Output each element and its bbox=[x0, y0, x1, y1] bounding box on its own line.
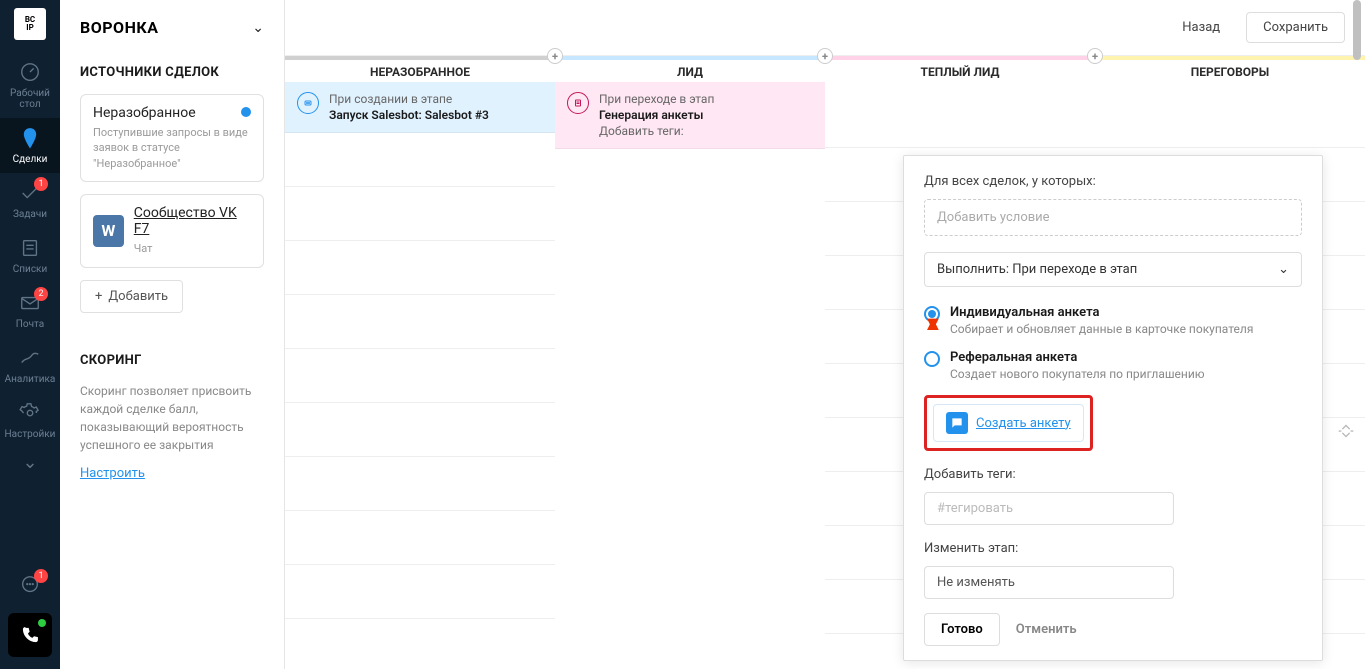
add-condition-box[interactable]: Добавить условие bbox=[924, 199, 1302, 236]
nav-dashboard[interactable]: Рабочий стол bbox=[0, 52, 60, 118]
main-area: Назад Сохранить НЕРАЗОБРАННОЕ +ЛИД +ТЕПЛ… bbox=[285, 0, 1365, 669]
nav-label: Рабочий стол bbox=[0, 88, 60, 110]
nav-label: Задачи bbox=[13, 209, 47, 220]
done-button[interactable]: Готово bbox=[924, 613, 1000, 646]
change-stage-input[interactable] bbox=[924, 566, 1174, 599]
nav-tasks[interactable]: 1 Задачи bbox=[0, 173, 60, 228]
deals-icon bbox=[18, 126, 42, 150]
radio-title: Реферальная анкета bbox=[950, 350, 1205, 365]
trigger-salesbot[interactable]: При создании в этапе Запуск Salesbot: Sa… bbox=[285, 82, 555, 133]
sidebar: ВОРОНКА ⌄ ИСТОЧНИКИ СДЕЛОК Неразобранное… bbox=[60, 0, 285, 669]
change-stage-label: Изменить этап: bbox=[924, 541, 1302, 556]
add-stage-icon[interactable]: + bbox=[1087, 48, 1103, 64]
trigger-config-panel: Для всех сделок, у которых: Добавить усл… bbox=[903, 155, 1323, 661]
select-value: Выполнить: При переходе в этап bbox=[937, 262, 1137, 277]
nav-label: Почта bbox=[16, 319, 44, 330]
add-label: Добавить bbox=[108, 289, 168, 304]
tags-input[interactable] bbox=[924, 492, 1174, 525]
message-icon bbox=[946, 412, 968, 434]
save-button[interactable]: Сохранить bbox=[1246, 12, 1345, 43]
add-stage-icon[interactable]: + bbox=[817, 48, 833, 64]
lists-icon bbox=[18, 236, 42, 260]
badge: 1 bbox=[34, 177, 48, 191]
add-stage-icon[interactable]: + bbox=[547, 48, 563, 64]
status-dot bbox=[241, 107, 251, 117]
badge: 2 bbox=[34, 287, 48, 301]
trigger-sub: Добавить теги: bbox=[599, 124, 714, 138]
scoring-desc: Скоринг позволяет присвоить каждой сделк… bbox=[80, 382, 264, 454]
stage-label: ТЕПЛЫЙ ЛИД bbox=[921, 65, 1000, 79]
create-questionnaire-button[interactable]: Создать анкету bbox=[933, 404, 1084, 442]
nav-label: Сделки bbox=[13, 154, 48, 165]
badge: 1 bbox=[34, 569, 48, 583]
source-name: Неразобранное bbox=[93, 105, 251, 121]
back-button[interactable]: Назад bbox=[1166, 13, 1236, 42]
nav-lists[interactable]: Списки bbox=[0, 228, 60, 283]
chevron-down-icon: ⌄ bbox=[1278, 262, 1289, 277]
chevron-down-icon[interactable]: ⌄ bbox=[252, 20, 264, 36]
source-desc: Поступившие запросы в виде заявок в стат… bbox=[93, 125, 251, 171]
stages-header: НЕРАЗОБРАННОЕ +ЛИД +ТЕПЛЫЙ ЛИД +ПЕРЕГОВО… bbox=[285, 56, 1365, 82]
source-sub: Чат bbox=[134, 241, 251, 256]
nav-mail[interactable]: 2 Почта bbox=[0, 283, 60, 338]
nav-label: Настройки bbox=[5, 429, 56, 440]
execute-when-select[interactable]: Выполнить: При переходе в этап ⌄ bbox=[924, 252, 1302, 287]
nav-deals[interactable]: Сделки bbox=[0, 118, 60, 173]
dashboard-icon bbox=[18, 60, 42, 84]
add-source-button[interactable]: + Добавить bbox=[80, 280, 183, 313]
rail-more[interactable]: ⌄ bbox=[22, 448, 37, 477]
stage-negotiations[interactable]: +ПЕРЕГОВОРЫ bbox=[1095, 56, 1365, 82]
nav-label: Аналитика bbox=[5, 374, 56, 385]
sources-heading: ИСТОЧНИКИ СДЕЛОК bbox=[80, 65, 264, 80]
trigger-title: Генерация анкеты bbox=[599, 108, 714, 122]
stage-label: НЕРАЗОБРАННОЕ bbox=[370, 65, 470, 79]
stage-label: ЛИД bbox=[677, 65, 703, 79]
nav-label: Списки bbox=[13, 264, 47, 275]
phone-button[interactable] bbox=[8, 613, 52, 657]
column-0: При создании в этапе Запуск Salesbot: Sa… bbox=[285, 82, 555, 669]
status-dot bbox=[38, 619, 46, 627]
trigger-when: При переходе в этап bbox=[599, 92, 714, 106]
column-1: При переходе в этап Генерация анкеты Доб… bbox=[555, 82, 825, 669]
source-vk[interactable]: W Сообщество VK F7 Чат bbox=[80, 194, 264, 267]
radio-desc: Собирает и обновляет данные в карточке п… bbox=[950, 322, 1253, 336]
stage-unresolved[interactable]: НЕРАЗОБРАННОЕ bbox=[285, 56, 555, 82]
pipeline-title: ВОРОНКА bbox=[80, 18, 158, 37]
stage-label: ПЕРЕГОВОРЫ bbox=[1191, 65, 1269, 79]
cancel-button[interactable]: Отменить bbox=[1016, 622, 1077, 637]
scrollbar-thumb[interactable] bbox=[1353, 0, 1361, 60]
analytics-icon bbox=[18, 346, 42, 370]
plus-icon: + bbox=[95, 289, 102, 304]
source-unresolved[interactable]: Неразобранное Поступившие запросы в виде… bbox=[80, 94, 264, 182]
logo-line2: IP bbox=[26, 24, 34, 32]
app-logo[interactable]: BC IP bbox=[14, 8, 46, 40]
form-icon bbox=[567, 92, 589, 114]
radio-icon bbox=[924, 351, 940, 367]
vk-icon: W bbox=[93, 215, 124, 247]
nav-rail: BC IP Рабочий стол Сделки 1 Задачи Списк… bbox=[0, 0, 60, 669]
vertical-scrollbar[interactable] bbox=[1353, 0, 1363, 669]
trigger-when: При создании в этапе bbox=[329, 92, 489, 106]
trigger-title: Запуск Salesbot: Salesbot #3 bbox=[329, 108, 489, 122]
scoring-configure-link[interactable]: Настроить bbox=[80, 466, 145, 481]
source-name: Сообщество VK F7 bbox=[134, 205, 251, 237]
nav-chat[interactable]: 1 bbox=[0, 565, 60, 605]
nav-analytics[interactable]: Аналитика bbox=[0, 338, 60, 393]
highlight-box: Создать анкету bbox=[924, 395, 1093, 451]
radio-referral[interactable]: Реферальная анкета Создает нового покупа… bbox=[924, 350, 1302, 381]
stage-lead[interactable]: +ЛИД bbox=[555, 56, 825, 82]
radio-title: Индивидуальная анкета bbox=[950, 305, 1253, 320]
stage-warm-lead[interactable]: +ТЕПЛЫЙ ЛИД bbox=[825, 56, 1095, 82]
create-link-label: Создать анкету bbox=[976, 416, 1071, 431]
settings-icon bbox=[18, 401, 42, 425]
radio-individual[interactable]: Индивидуальная анкета Собирает и обновля… bbox=[924, 305, 1302, 336]
radio-desc: Создает нового покупателя по приглашению bbox=[950, 367, 1205, 381]
scoring-heading: СКОРИНГ bbox=[80, 353, 264, 368]
robot-icon bbox=[297, 92, 319, 114]
nav-settings[interactable]: Настройки bbox=[0, 393, 60, 448]
radio-icon bbox=[924, 306, 940, 322]
tags-label: Добавить теги: bbox=[924, 467, 1302, 482]
trigger-questionnaire[interactable]: При переходе в этап Генерация анкеты Доб… bbox=[555, 82, 825, 149]
panel-for-all-label: Для всех сделок, у которых: bbox=[924, 174, 1302, 189]
